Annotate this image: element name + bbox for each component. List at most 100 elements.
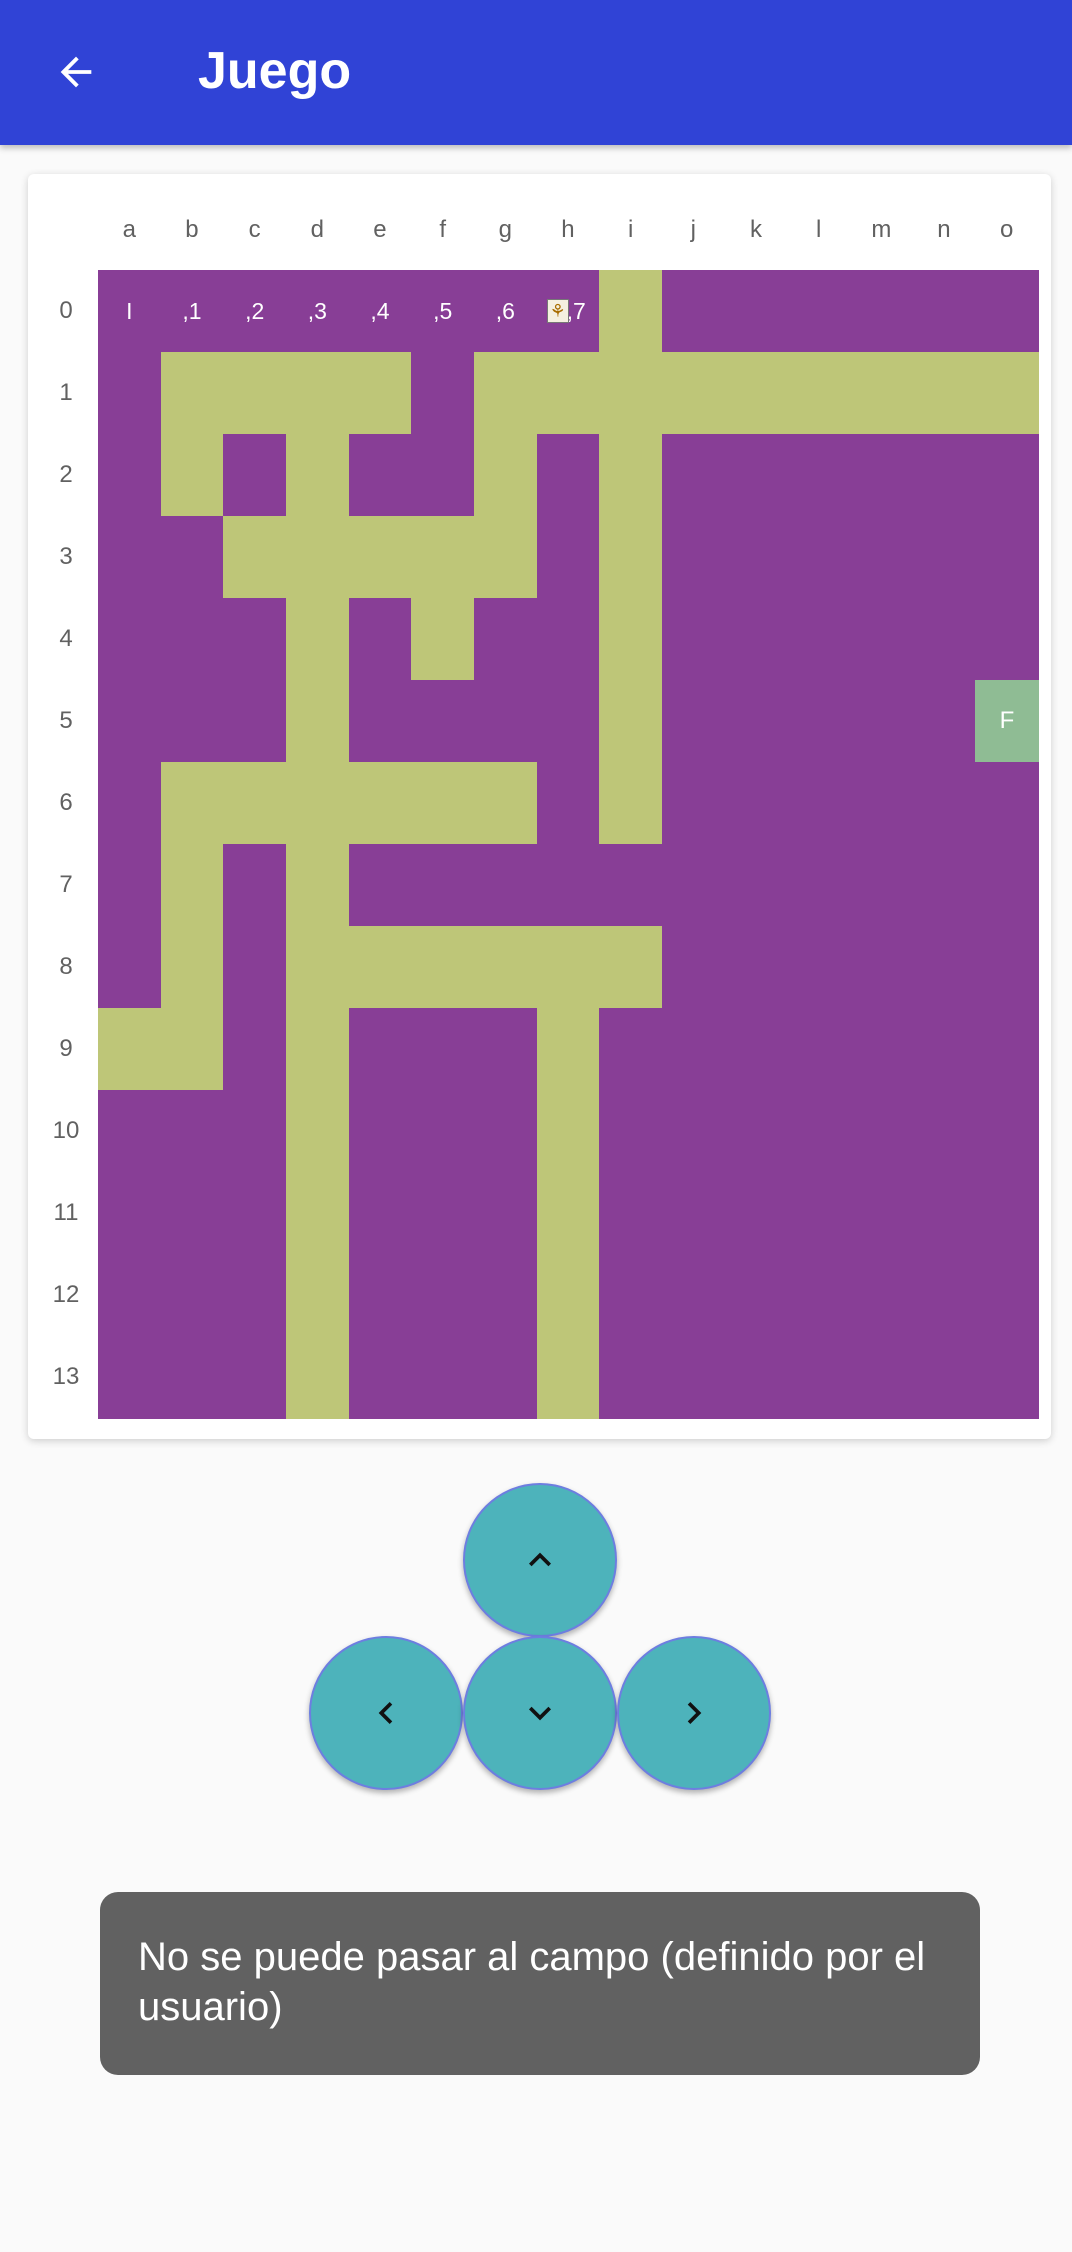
- wall-cell-b10: [160, 1090, 224, 1173]
- wall-cell-m5: [850, 680, 914, 763]
- row-label-5: 5: [59, 707, 73, 734]
- move-left-button[interactable]: [309, 1636, 463, 1790]
- move-down-button[interactable]: [463, 1636, 617, 1790]
- wall-cell-n5: [912, 680, 976, 763]
- wall-cell-o0: [975, 270, 1039, 353]
- wall-cell-m2: [850, 434, 914, 517]
- wall-cell-m8: [850, 926, 914, 1009]
- wall-cell-l3: [787, 516, 851, 599]
- wall-cell-e4: [348, 598, 412, 681]
- wall-cell-f12: [411, 1254, 475, 1337]
- wall-cell-l13: [787, 1336, 851, 1419]
- wall-cell-f11: [411, 1172, 475, 1255]
- path-cell-i1: [599, 352, 663, 435]
- wall-cell-f10: [411, 1090, 475, 1173]
- path-cell-e3: [348, 516, 412, 599]
- path-cell-n1: [912, 352, 976, 435]
- wall-cell-k2: [724, 434, 788, 517]
- cell-label-b0: ,1: [182, 297, 202, 324]
- wall-cell-c9: [223, 1008, 287, 1091]
- wall-cell-f2: [411, 434, 475, 517]
- wall-cell-b11: [160, 1172, 224, 1255]
- wall-cell-k3: [724, 516, 788, 599]
- wall-cell-k10: [724, 1090, 788, 1173]
- wall-cell-n4: [912, 598, 976, 681]
- wall-cell-j2: [662, 434, 726, 517]
- wall-cell-g7: [474, 844, 538, 927]
- row-label-4: 4: [59, 625, 73, 652]
- path-cell-i4: [599, 598, 663, 681]
- wall-cell-i11: [599, 1172, 663, 1255]
- row-label-13: 13: [52, 1363, 80, 1390]
- wall-cell-k0: [724, 270, 788, 353]
- wall-cell-l8: [787, 926, 851, 1009]
- wall-cell-o2: [975, 434, 1039, 517]
- path-cell-b7: [160, 844, 224, 927]
- path-cell-d8: [286, 926, 350, 1009]
- wall-cell-n10: [912, 1090, 976, 1173]
- wall-cell-c7: [223, 844, 287, 927]
- move-right-button[interactable]: [617, 1636, 771, 1790]
- wall-cell-a1: [98, 352, 162, 435]
- column-label-l: l: [815, 216, 822, 243]
- wall-cell-j10: [662, 1090, 726, 1173]
- path-cell-f8: [411, 926, 475, 1009]
- wall-cell-m7: [850, 844, 914, 927]
- wall-cell-m6: [850, 762, 914, 845]
- wall-cell-b13: [160, 1336, 224, 1419]
- path-cell-h1: [536, 352, 600, 435]
- wall-cell-m12: [850, 1254, 914, 1337]
- path-cell-h13: [536, 1336, 600, 1419]
- wall-cell-l11: [787, 1172, 851, 1255]
- page-title: Juego: [198, 42, 352, 100]
- toast-message: No se puede pasar al campo (definido por…: [100, 1892, 980, 2075]
- wall-cell-n7: [912, 844, 976, 927]
- wall-cell-c4: [223, 598, 287, 681]
- maze-board: F I ,1,2,3,4,5,6,7 ⚘: [98, 270, 1039, 1419]
- wall-cell-o13: [975, 1336, 1039, 1419]
- chevron-left-icon: [378, 1702, 393, 1724]
- path-cell-g3: [474, 516, 538, 599]
- path-cell-e8: [348, 926, 412, 1009]
- path-cell-b2: [160, 434, 224, 517]
- path-cell-h9: [536, 1008, 600, 1091]
- wall-cell-c8: [223, 926, 287, 1009]
- column-label-b: b: [185, 216, 199, 243]
- wall-cell-a5: [98, 680, 162, 763]
- wall-cell-a2: [98, 434, 162, 517]
- wall-cell-i12: [599, 1254, 663, 1337]
- wall-cell-a11: [98, 1172, 162, 1255]
- wall-cell-j8: [662, 926, 726, 1009]
- path-cell-m1: [850, 352, 914, 435]
- wall-cell-k4: [724, 598, 788, 681]
- path-cell-e6: [348, 762, 412, 845]
- path-cell-e1: [348, 352, 412, 435]
- wall-cell-b12: [160, 1254, 224, 1337]
- wall-cell-b4: [160, 598, 224, 681]
- wall-cell-a4: [98, 598, 162, 681]
- wall-cell-l5: [787, 680, 851, 763]
- chevron-down-icon: [529, 1706, 551, 1721]
- wall-cell-c10: [223, 1090, 287, 1173]
- column-label-c: c: [248, 216, 261, 243]
- path-cell-c1: [223, 352, 287, 435]
- wall-cell-l4: [787, 598, 851, 681]
- wall-cell-f9: [411, 1008, 475, 1091]
- wall-cell-m13: [850, 1336, 914, 1419]
- column-label-g: g: [498, 216, 512, 243]
- path-cell-f4: [411, 598, 475, 681]
- chevron-up-icon: [529, 1552, 551, 1567]
- path-cell-i3: [599, 516, 663, 599]
- wall-cell-j0: [662, 270, 726, 353]
- path-cell-i8: [599, 926, 663, 1009]
- column-label-m: m: [871, 216, 892, 243]
- path-cell-d3: [286, 516, 350, 599]
- wall-cell-f1: [411, 352, 475, 435]
- move-up-button[interactable]: [463, 1483, 617, 1637]
- wall-cell-e12: [348, 1254, 412, 1337]
- finish-cell-o5: F: [975, 680, 1039, 763]
- path-cell-a9: [98, 1008, 162, 1091]
- path-cell-i0: [599, 270, 663, 353]
- wall-cell-k12: [724, 1254, 788, 1337]
- back-button[interactable]: [36, 32, 116, 112]
